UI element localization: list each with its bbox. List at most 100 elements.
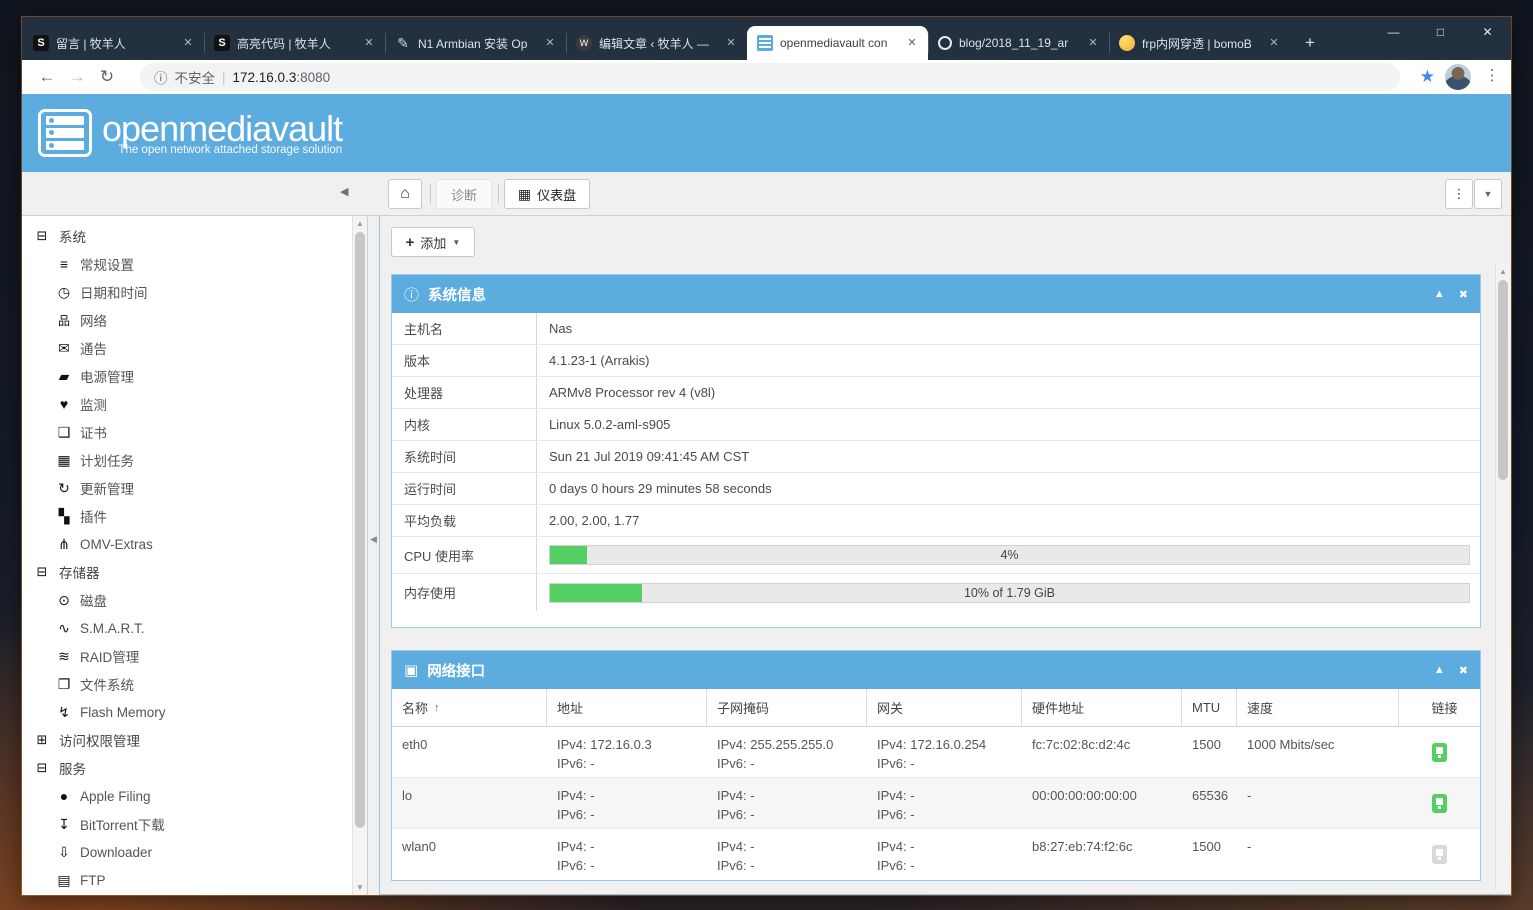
minimize-button[interactable]: —: [1370, 17, 1417, 47]
sidebar-item-bittorrent[interactable]: ↧ BitTorrent下载: [22, 810, 367, 838]
security-label[interactable]: 不安全: [175, 67, 216, 87]
column-header-gateway[interactable]: 网关: [867, 689, 1022, 726]
table-row-wlan0[interactable]: wlan0 IPv4: - IPv6: - IPv4: - IPv6: - IP…: [392, 829, 1480, 880]
splitter-collapse-icon[interactable]: ◀: [370, 534, 377, 545]
sidebar-item-downloader[interactable]: ⇩ Downloader: [22, 838, 367, 866]
tab-close-icon[interactable]: ✕: [904, 35, 920, 51]
panel-collapse-icon[interactable]: ▲: [1434, 288, 1445, 301]
tab-highlight-code[interactable]: S 高亮代码 | 牧羊人 ✕: [204, 26, 385, 60]
pulse-icon: ∿: [56, 620, 72, 637]
sidebar-item-omv-extras[interactable]: ⋔ OMV-Extras: [22, 530, 367, 558]
column-header-address[interactable]: 地址: [547, 689, 707, 726]
sidebar-item-flash-memory[interactable]: ↯ Flash Memory: [22, 698, 367, 726]
sidebar-group-services[interactable]: ⊟ 服务: [22, 754, 367, 782]
home-button[interactable]: ⌂: [388, 179, 422, 209]
column-header-netmask[interactable]: 子网掩码: [707, 689, 867, 726]
sidebar-item-ftp[interactable]: ▤ FTP: [22, 866, 367, 894]
tab-openmediavault-active[interactable]: openmediavault con ✕: [747, 26, 928, 60]
sidebar-item-power-management[interactable]: ▰ 电源管理: [22, 362, 367, 390]
kebab-icon: ⋮: [1453, 186, 1466, 202]
scroll-down-icon[interactable]: ▼: [353, 883, 367, 892]
panel-collapse-icon[interactable]: ▲: [1434, 664, 1445, 677]
group-label: 访问权限管理: [59, 730, 140, 750]
breadcrumb-diagnostics[interactable]: 诊断: [436, 179, 492, 209]
column-header-name[interactable]: 名称 ↑: [392, 689, 547, 726]
sidebar-group-access-rights[interactable]: ⊞ 访问权限管理: [22, 726, 367, 754]
collapse-minus-icon[interactable]: ⊟: [35, 228, 49, 244]
row-value: 0 days 0 hours 29 minutes 58 seconds: [537, 481, 772, 496]
column-header-mac[interactable]: 硬件地址: [1022, 689, 1182, 726]
table-row-eth0[interactable]: eth0 IPv4: 172.16.0.3 IPv6: - IPv4: 255.…: [392, 727, 1480, 778]
tab-close-icon[interactable]: ✕: [1266, 35, 1282, 51]
tab-github-blog[interactable]: blog/2018_11_19_ar ✕: [928, 26, 1109, 60]
panel-close-icon[interactable]: ✖: [1459, 664, 1468, 677]
sidebar-item-smart[interactable]: ∿ S.M.A.R.T.: [22, 614, 367, 642]
panel-close-icon[interactable]: ✖: [1459, 288, 1468, 301]
sidebar-item-date-time[interactable]: ◷ 日期和时间: [22, 278, 367, 306]
add-label: 添加: [420, 233, 446, 252]
column-header-speed[interactable]: 速度: [1237, 689, 1399, 726]
sidebar-item-apple-filing[interactable]: ● Apple Filing: [22, 782, 367, 810]
sidebar-collapse-icon[interactable]: ◀: [340, 185, 348, 198]
scrollbar-thumb[interactable]: [1498, 280, 1508, 480]
sidebar-item-monitoring[interactable]: ♥ 监测: [22, 390, 367, 418]
collapse-minus-icon[interactable]: ⊟: [35, 564, 49, 580]
browser-menu-icon[interactable]: ⋮: [1481, 66, 1503, 84]
sidebar-item-network[interactable]: 品 网络: [22, 306, 367, 334]
row-value: 2.00, 2.00, 1.77: [537, 513, 639, 528]
expand-plus-icon[interactable]: ⊞: [35, 732, 49, 748]
close-window-button[interactable]: ✕: [1464, 17, 1511, 47]
tab-frp[interactable]: frp内网穿透 | bomoB ✕: [1109, 26, 1290, 60]
profile-avatar[interactable]: [1445, 64, 1471, 90]
scrollbar-thumb[interactable]: [355, 232, 365, 828]
item-label: FTP: [80, 873, 106, 888]
sidebar-group-system[interactable]: ⊟ 系统: [22, 222, 367, 250]
app-area: ◀ ⌂ 诊断 ▦ 仪表盘 ⋮ ▼ ⊟ 系统: [22, 172, 1511, 895]
tab-close-icon[interactable]: ✕: [180, 35, 196, 51]
tab-close-icon[interactable]: ✕: [723, 35, 739, 51]
sidebar-splitter[interactable]: ◀: [369, 216, 379, 895]
bookmark-star-icon[interactable]: ★: [1420, 67, 1435, 87]
sidebar-scrollbar[interactable]: ▲ ▼: [352, 216, 367, 895]
home-icon: ⌂: [400, 185, 410, 203]
maximize-button[interactable]: □: [1417, 17, 1464, 47]
column-header-link[interactable]: 链接: [1399, 689, 1480, 726]
tab-close-icon[interactable]: ✕: [542, 35, 558, 51]
content-scrollbar[interactable]: ▲: [1495, 264, 1510, 890]
cell-name: eth0: [392, 727, 547, 777]
reload-icon[interactable]: ↻: [92, 67, 122, 87]
tab-close-icon[interactable]: ✕: [1085, 35, 1101, 51]
tab-armbian-install[interactable]: ✎ N1 Armbian 安装 Op ✕: [385, 26, 566, 60]
sidebar-item-general-settings[interactable]: ≡ 常规设置: [22, 250, 367, 278]
item-label: OMV-Extras: [80, 537, 153, 552]
layout-dropdown-button[interactable]: ▼: [1474, 179, 1502, 209]
collapse-minus-icon[interactable]: ⊟: [35, 760, 49, 776]
tab-edit-post[interactable]: W 编辑文章 ‹ 牧羊人 — ✕: [566, 26, 747, 60]
new-tab-button[interactable]: +: [1296, 29, 1324, 57]
table-row-lo[interactable]: lo IPv4: - IPv6: - IPv4: - IPv6: - IPv4:…: [392, 778, 1480, 829]
forward-icon[interactable]: →: [62, 67, 92, 87]
add-widget-button[interactable]: + 添加 ▼: [391, 227, 475, 257]
sidebar-item-disks[interactable]: ⊙ 磁盘: [22, 586, 367, 614]
breadcrumb-dashboard[interactable]: ▦ 仪表盘: [504, 179, 590, 209]
info-icon[interactable]: ⓘ: [154, 67, 168, 87]
overflow-menu-button[interactable]: ⋮: [1445, 179, 1473, 209]
sidebar-item-scheduled-jobs[interactable]: ▦ 计划任务: [22, 446, 367, 474]
column-header-mtu[interactable]: MTU: [1182, 689, 1237, 726]
sidebar-item-raid-management[interactable]: ≋ RAID管理: [22, 642, 367, 670]
sidebar-item-update-management[interactable]: ↻ 更新管理: [22, 474, 367, 502]
scroll-up-icon[interactable]: ▲: [353, 219, 367, 228]
row-label: 平均负载: [392, 505, 537, 536]
network-table-header: 名称 ↑ 地址 子网掩码 网关 硬件地址 MTU 速度 链接: [392, 689, 1480, 727]
tab-close-icon[interactable]: ✕: [361, 35, 377, 51]
cell-mtu: 1500: [1182, 829, 1237, 880]
sidebar-item-plugins[interactable]: ▚ 插件: [22, 502, 367, 530]
tab-messages[interactable]: S 留言 | 牧羊人 ✕: [23, 26, 204, 60]
address-bar[interactable]: ⓘ 不安全 | 172.16.0.3 :8080: [140, 63, 1400, 91]
sidebar-group-storage[interactable]: ⊟ 存储器: [22, 558, 367, 586]
sidebar-item-certificates[interactable]: ❑ 证书: [22, 418, 367, 446]
back-icon[interactable]: ←: [32, 67, 62, 87]
scroll-up-icon[interactable]: ▲: [1496, 267, 1510, 276]
sidebar-item-filesystems[interactable]: ❐ 文件系统: [22, 670, 367, 698]
sidebar-item-notification[interactable]: ✉ 通告: [22, 334, 367, 362]
